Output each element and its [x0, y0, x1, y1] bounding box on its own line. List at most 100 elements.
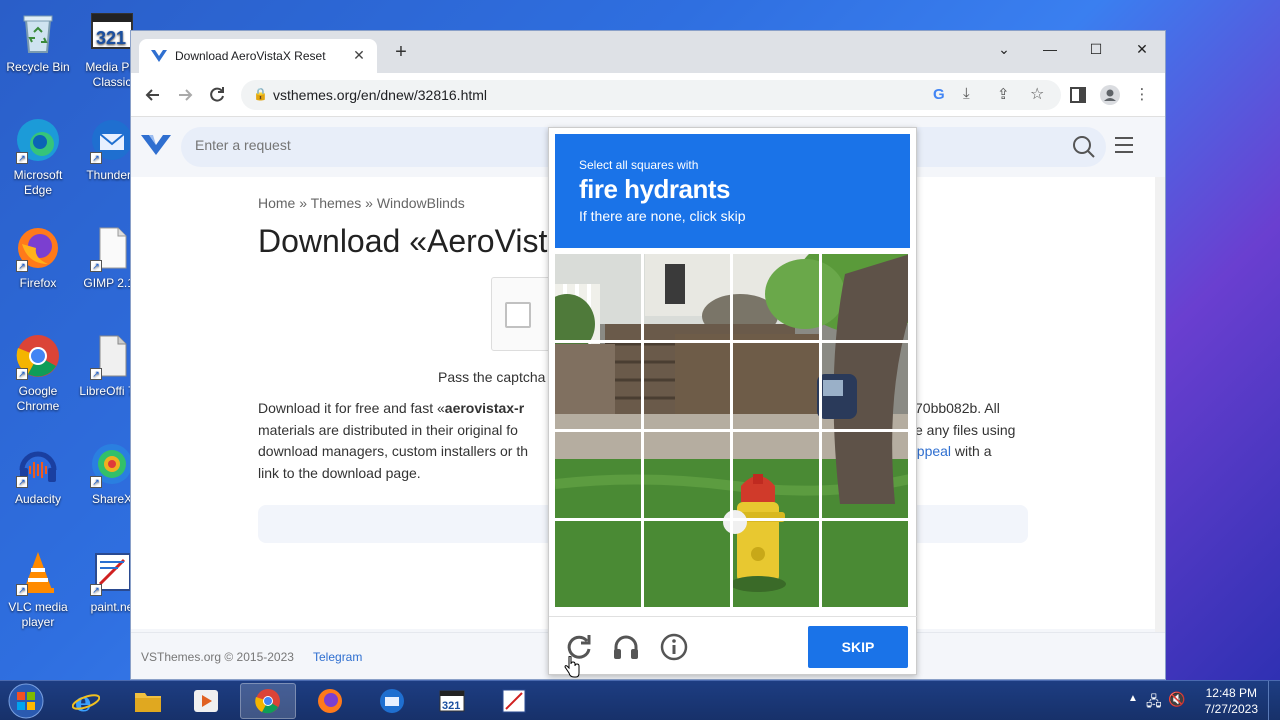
taskbar-media-player-classic[interactable]: 321 — [424, 683, 480, 719]
recaptcha-tile[interactable] — [820, 519, 910, 609]
recaptcha-tile[interactable] — [731, 430, 821, 520]
recaptcha-instructions: Select all squares with fire hydrants If… — [555, 134, 910, 248]
minimize-button[interactable]: — — [1027, 35, 1073, 63]
description-line-4: link to the download page. — [258, 465, 421, 481]
volume-muted-icon[interactable]: 🔇 — [1168, 691, 1185, 708]
forward-button[interactable] — [173, 83, 197, 107]
recaptcha-instruction: Select all squares with — [579, 158, 699, 172]
windows-logo-icon — [8, 683, 44, 719]
recaptcha-challenge: Select all squares with fire hydrants If… — [548, 127, 918, 675]
captcha-checkbox[interactable] — [505, 302, 531, 328]
url-text: vsthemes.org/en/dnew/32816.html — [273, 87, 488, 103]
breadcrumb-windowblinds[interactable]: WindowBlinds — [377, 195, 465, 211]
bookmark-star-icon[interactable]: ☆ — [1030, 84, 1044, 104]
back-button[interactable] — [141, 83, 165, 107]
desktop-icon-edge[interactable]: ↗ Microsoft Edge — [0, 116, 76, 198]
recaptcha-tile[interactable] — [642, 341, 732, 431]
recaptcha-tile[interactable] — [731, 341, 821, 431]
copyright-text: VSThemes.org © 2015-2023 — [141, 650, 294, 664]
share-icon[interactable]: ⇪ — [997, 85, 1010, 103]
recaptcha-tile[interactable] — [731, 519, 821, 609]
reload-icon — [210, 87, 224, 102]
page-scrollbar[interactable] — [1155, 177, 1165, 632]
description-line-1: Download it for free and fast «aerovista… — [258, 400, 525, 416]
desktop-icon-recycle-bin[interactable]: Recycle Bin — [0, 8, 76, 75]
recaptcha-tile[interactable] — [555, 430, 643, 520]
recaptcha-tile[interactable] — [820, 341, 910, 431]
recaptcha-tile[interactable] — [820, 254, 910, 342]
taskbar-thunderbird[interactable] — [364, 683, 420, 719]
recaptcha-skip-button[interactable]: SKIP — [808, 626, 908, 668]
recaptcha-tile[interactable] — [731, 254, 821, 342]
recaptcha-tile[interactable] — [555, 519, 643, 609]
address-bar[interactable]: 🔒 vsthemes.org/en/dnew/32816.html G ⤓ ⇪ … — [241, 80, 1061, 110]
tab-close-icon[interactable]: ✕ — [351, 47, 367, 64]
paintnet-icon: ↗ — [88, 548, 136, 596]
search-icon[interactable] — [1072, 135, 1096, 159]
taskbar-file-explorer[interactable] — [120, 683, 176, 719]
svg-text:321: 321 — [442, 700, 460, 712]
recaptcha-audio-headphones-icon[interactable] — [610, 631, 642, 663]
show-desktop-button[interactable] — [1268, 681, 1280, 720]
firefox-icon — [318, 689, 342, 713]
start-button[interactable] — [6, 683, 46, 719]
captcha-prompt: Pass the captcha — [438, 369, 546, 385]
reload-button[interactable] — [205, 83, 229, 107]
hamburger-menu-icon[interactable] — [1114, 135, 1134, 155]
taskbar-media-player[interactable] — [178, 683, 234, 719]
description-line-3: download managers, custom installers or … — [258, 443, 529, 459]
firefox-icon: ↗ — [14, 224, 62, 272]
tab-search-dropdown-icon[interactable]: ⌄ — [981, 35, 1027, 63]
side-panel-icon[interactable] — [1067, 84, 1089, 106]
telegram-link[interactable]: Telegram — [313, 650, 362, 664]
recaptcha-info-icon[interactable] — [658, 631, 690, 663]
vsthemes-favicon-icon — [151, 49, 167, 63]
profile-avatar-icon[interactable] — [1099, 84, 1121, 106]
page-title: Download «AeroVist — [258, 223, 548, 259]
file-explorer-icon — [135, 693, 161, 712]
breadcrumb-themes[interactable]: Themes — [311, 195, 362, 211]
breadcrumb-home[interactable]: Home — [258, 195, 295, 211]
tab-active[interactable]: Download AeroVistaX Reset ✕ — [139, 39, 377, 73]
edge-icon: ↗ — [14, 116, 62, 164]
desktop-icon-chrome[interactable]: ↗ Google Chrome — [0, 332, 76, 414]
breadcrumb-separator: » — [361, 195, 377, 211]
media-player-classic-icon: 321 — [439, 690, 465, 712]
thunderbird-icon — [380, 689, 404, 713]
network-icon[interactable]: 🖧 — [1146, 691, 1162, 715]
desktop-icon-firefox[interactable]: ↗ Firefox — [0, 224, 76, 291]
tab-title: Download AeroVistaX Reset — [175, 49, 326, 63]
recaptcha-tile[interactable] — [555, 341, 643, 431]
tray-overflow-chevron-icon[interactable]: ▲ — [1128, 693, 1138, 704]
description-line-3-end: appeal with a — [909, 443, 992, 459]
more-menu-icon[interactable]: ⋮ — [1131, 84, 1153, 106]
maximize-button[interactable]: ☐ — [1073, 35, 1119, 63]
taskbar: e 321 ▲ 🖧 🔇 12:48 PM 7/27/2023 — [0, 680, 1280, 720]
taskbar-ie[interactable]: e — [58, 683, 114, 719]
audacity-icon: ↗ — [14, 440, 62, 488]
desktop-icon-vlc[interactable]: ↗ VLC media player — [0, 548, 76, 630]
close-window-button[interactable]: ✕ — [1119, 35, 1165, 63]
breadcrumb-separator: » — [295, 195, 311, 211]
recaptcha-target: fire hydrants — [579, 174, 731, 204]
lock-icon: 🔒 — [253, 87, 268, 101]
breadcrumb: Home » Themes » WindowBlinds — [258, 195, 465, 211]
taskbar-chrome[interactable] — [240, 683, 296, 719]
recaptcha-tile[interactable] — [642, 430, 732, 520]
vsthemes-logo-icon[interactable] — [141, 133, 171, 157]
recaptcha-tile[interactable] — [555, 254, 643, 342]
clock[interactable]: 12:48 PM 7/27/2023 — [1205, 685, 1258, 717]
google-icon[interactable]: G — [933, 86, 945, 103]
description-line-1-end: 70bb082b. All — [915, 400, 1000, 416]
recaptcha-tile[interactable] — [642, 254, 732, 342]
libreoffice-icon: ↗ — [88, 332, 136, 380]
taskbar-firefox[interactable] — [302, 683, 358, 719]
taskbar-paintnet[interactable] — [486, 683, 542, 719]
site-search-input[interactable] — [195, 137, 595, 153]
new-tab-button[interactable]: + — [389, 41, 413, 65]
install-icon[interactable]: ⤓ — [963, 85, 970, 102]
thunderbird-icon: ↗ — [88, 116, 136, 164]
desktop-icon-audacity[interactable]: ↗ Audacity — [0, 440, 76, 507]
recaptcha-tile[interactable] — [642, 519, 732, 609]
recaptcha-tile[interactable] — [820, 430, 910, 520]
